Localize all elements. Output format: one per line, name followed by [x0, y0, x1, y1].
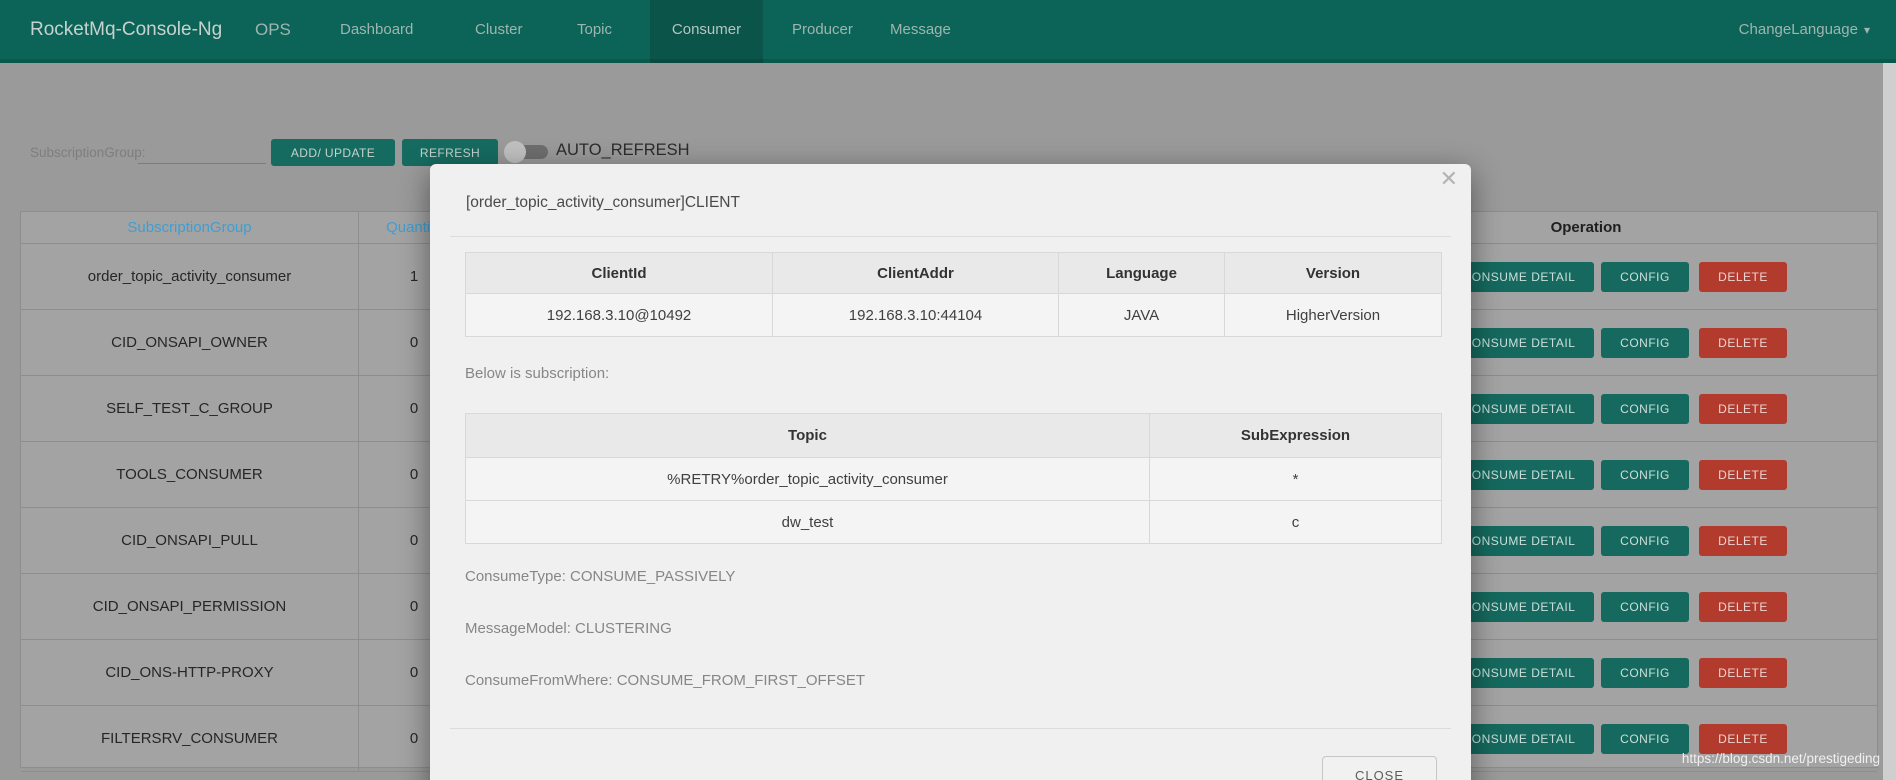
row-operations: CONSUME DETAIL CONFIG DELETE: [1444, 508, 1787, 573]
close-icon[interactable]: ✕: [1440, 166, 1458, 192]
close-button[interactable]: CLOSE: [1322, 756, 1437, 780]
nav-item-dashboard[interactable]: Dashboard: [340, 0, 413, 60]
row-operations: CONSUME DETAIL CONFIG DELETE: [1444, 442, 1787, 507]
table-cell: 192.168.3.10:44104: [773, 294, 1059, 337]
delete-button[interactable]: DELETE: [1699, 460, 1787, 490]
table-cell: dw_test: [466, 501, 1150, 544]
divider: [450, 236, 1451, 237]
subscription-group-label: SubscriptionGroup:: [30, 145, 146, 160]
app-brand[interactable]: RocketMq-Console-Ng: [30, 0, 222, 60]
row-subscription-group: CID_ONS-HTTP-PROXY: [21, 640, 359, 705]
delete-button[interactable]: DELETE: [1699, 262, 1787, 292]
column-header: ClientId: [466, 253, 773, 294]
delete-button[interactable]: DELETE: [1699, 526, 1787, 556]
table-cell: %RETRY%order_topic_activity_consumer: [466, 458, 1150, 501]
delete-button[interactable]: DELETE: [1699, 724, 1787, 754]
change-language-dropdown[interactable]: ChangeLanguage ▾: [1739, 0, 1870, 60]
delete-button[interactable]: DELETE: [1699, 328, 1787, 358]
row-subscription-group: FILTERSRV_CONSUMER: [21, 706, 359, 771]
row-subscription-group: order_topic_activity_consumer: [21, 244, 359, 309]
chevron-down-icon: ▾: [1864, 0, 1870, 60]
vertical-scrollbar[interactable]: [1883, 63, 1896, 780]
nav-item-message[interactable]: Message: [890, 0, 951, 60]
divider: [450, 728, 1451, 729]
row-subscription-group: CID_ONSAPI_OWNER: [21, 310, 359, 375]
config-button[interactable]: CONFIG: [1601, 724, 1689, 754]
config-button[interactable]: CONFIG: [1601, 394, 1689, 424]
nav-item-topic[interactable]: Topic: [577, 0, 612, 60]
change-language-label: ChangeLanguage: [1739, 21, 1858, 38]
table-cell: c: [1150, 501, 1442, 544]
nav-item-consumer[interactable]: Consumer: [650, 0, 763, 63]
delete-button[interactable]: DELETE: [1699, 394, 1787, 424]
row-subscription-group: CID_ONSAPI_PULL: [21, 508, 359, 573]
column-header: SubExpression: [1150, 414, 1442, 458]
nav-item-cluster[interactable]: Cluster: [475, 0, 523, 60]
column-header: ClientAddr: [773, 253, 1059, 294]
message-model-label: MessageModel: CLUSTERING: [465, 620, 672, 637]
row-operations: CONSUME DETAIL CONFIG DELETE: [1444, 640, 1787, 705]
table-cell: HigherVersion: [1225, 294, 1442, 337]
row-subscription-group: SELF_TEST_C_GROUP: [21, 376, 359, 441]
watermark-text: https://blog.csdn.net/prestigeding: [1682, 751, 1880, 766]
table-cell: *: [1150, 458, 1442, 501]
table-cell: JAVA: [1059, 294, 1225, 337]
refresh-button[interactable]: REFRESH: [402, 139, 498, 166]
nav-item-ops[interactable]: OPS: [255, 0, 291, 60]
column-header: Language: [1059, 253, 1225, 294]
column-header: Topic: [466, 414, 1150, 458]
table-cell: 192.168.3.10@10492: [466, 294, 773, 337]
config-button[interactable]: CONFIG: [1601, 328, 1689, 358]
subscription-group-input[interactable]: [138, 142, 266, 164]
config-button[interactable]: CONFIG: [1601, 262, 1689, 292]
config-button[interactable]: CONFIG: [1601, 658, 1689, 688]
consume-from-where-label: ConsumeFromWhere: CONSUME_FROM_FIRST_OFF…: [465, 672, 865, 689]
config-button[interactable]: CONFIG: [1601, 592, 1689, 622]
client-info-table: ClientIdClientAddrLanguageVersion 192.168…: [465, 252, 1442, 337]
auto-refresh-toggle[interactable]: [504, 140, 550, 164]
add-update-button[interactable]: ADD/ UPDATE: [271, 139, 395, 166]
subscription-table: TopicSubExpression%RETRY%order_topic_act…: [465, 413, 1442, 544]
modal-title: [order_topic_activity_consumer]CLIENT: [466, 194, 740, 212]
column-header-operation: Operation: [1441, 212, 1731, 244]
navbar: RocketMq-Console-Ng OPS Dashboard Cluster T…: [0, 0, 1896, 63]
row-operations: CONSUME DETAIL CONFIG DELETE: [1444, 376, 1787, 441]
client-detail-modal: ✕ [order_topic_activity_consumer]CLIENT …: [430, 164, 1471, 780]
row-subscription-group: TOOLS_CONSUMER: [21, 442, 359, 507]
subscription-section-label: Below is subscription:: [465, 365, 609, 382]
row-operations: CONSUME DETAIL CONFIG DELETE: [1444, 574, 1787, 639]
toggle-knob-icon: [504, 141, 526, 163]
config-button[interactable]: CONFIG: [1601, 526, 1689, 556]
auto-refresh-label: AUTO_REFRESH: [556, 141, 690, 160]
row-operations: CONSUME DETAIL CONFIG DELETE: [1444, 310, 1787, 375]
row-operations: CONSUME DETAIL CONFIG DELETE: [1444, 244, 1787, 309]
delete-button[interactable]: DELETE: [1699, 592, 1787, 622]
row-subscription-group: CID_ONSAPI_PERMISSION: [21, 574, 359, 639]
delete-button[interactable]: DELETE: [1699, 658, 1787, 688]
nav-item-producer[interactable]: Producer: [792, 0, 853, 60]
column-header: Version: [1225, 253, 1442, 294]
consume-type-label: ConsumeType: CONSUME_PASSIVELY: [465, 568, 735, 585]
column-header-subscription-group[interactable]: SubscriptionGroup: [21, 212, 359, 244]
config-button[interactable]: CONFIG: [1601, 460, 1689, 490]
